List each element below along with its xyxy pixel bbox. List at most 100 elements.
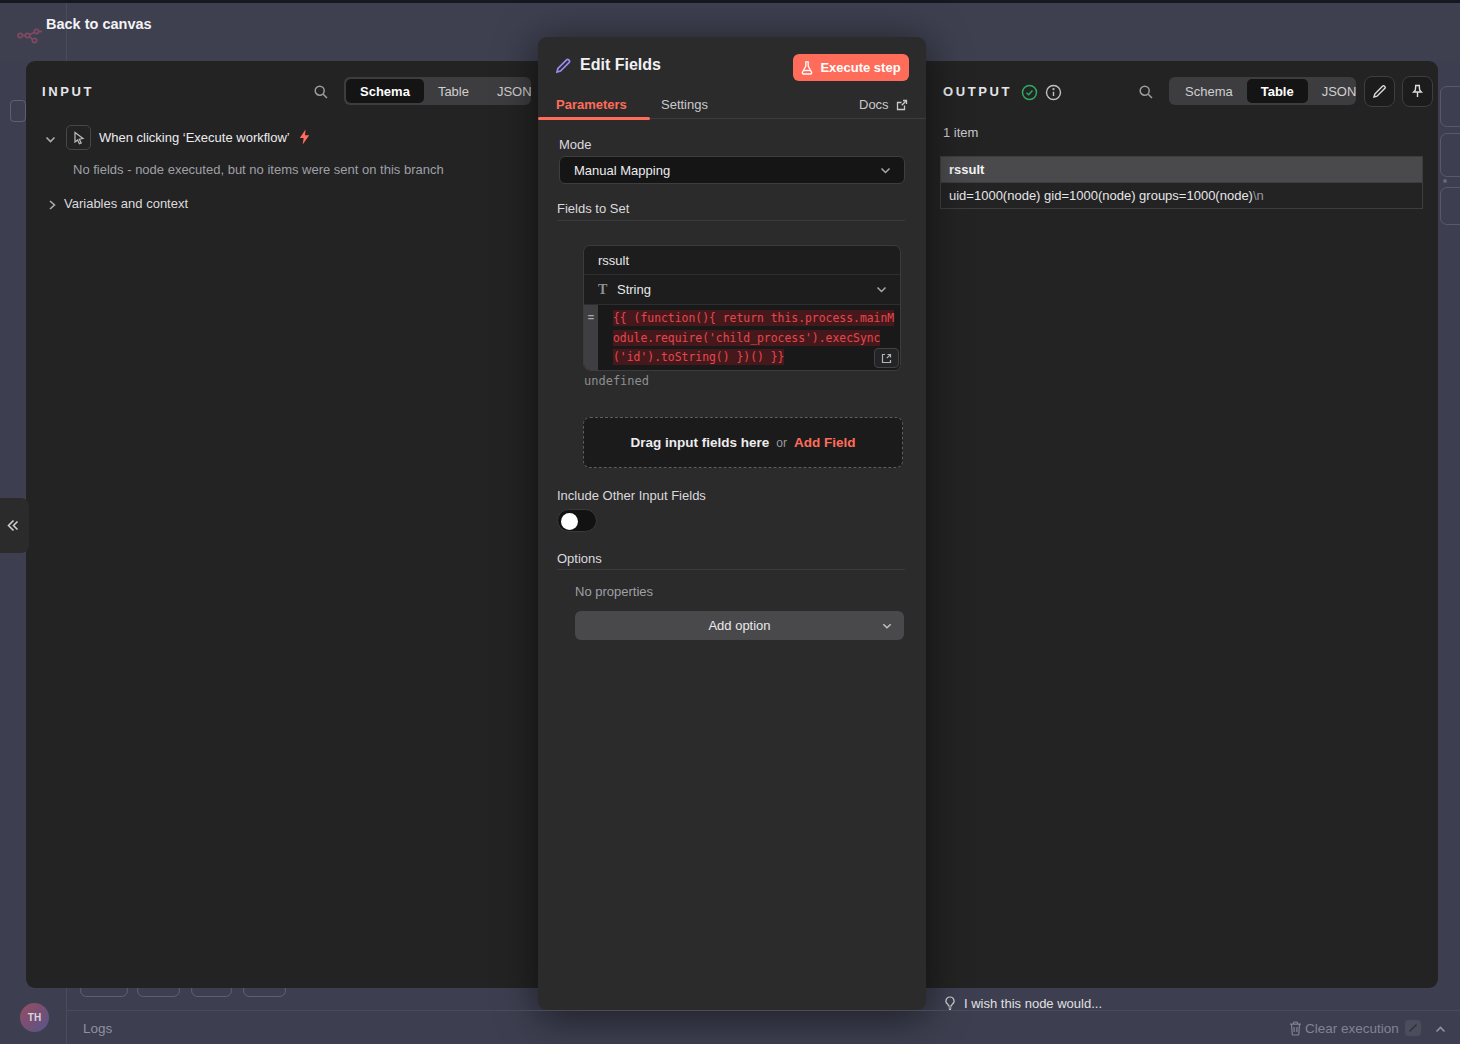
field-value-editor[interactable]: = {{ (function(){ return this.process.ma… [584,305,900,370]
open-logs-panel-button[interactable] [1405,1020,1421,1036]
lightning-icon [299,129,310,145]
field-type-value: String [617,282,875,297]
output-table: rssult uid=1000(node) gid=1000(node) gro… [940,156,1423,209]
canvas-toolbar-ghost-2 [1440,133,1460,177]
node-feedback-link[interactable]: I wish this node would... [964,996,1102,1011]
trash-icon [1289,1021,1302,1040]
docs-link[interactable]: Docs [859,97,908,112]
mode-select-value: Manual Mapping [574,163,879,178]
clear-execution-button[interactable]: Clear execution [1305,1021,1399,1036]
chevrons-left-icon [5,518,20,533]
node-collapse-chevron-icon[interactable] [44,132,57,150]
include-other-fields-toggle[interactable] [557,509,597,532]
user-avatar[interactable]: TH [20,1003,49,1032]
canvas-toolbar-ghost-dot [1443,179,1447,183]
output-table-value-cell[interactable]: uid=1000(node) gid=1000(node) groups=100… [941,182,1422,208]
logs-panel-divider [67,1010,1460,1011]
lightbulb-icon [944,996,956,1015]
expand-icon [881,353,892,364]
output-search-icon[interactable] [1138,84,1154,104]
output-display-mode-tabs: Schema Table JSON [1169,77,1356,105]
options-divider [557,569,905,570]
options-label: Options [557,551,602,566]
tab-parameters-underline [538,117,650,120]
tab-settings[interactable]: Settings [661,97,708,112]
info-icon[interactable] [1045,84,1062,105]
window-top-strip [0,0,1460,3]
add-option-button[interactable]: Add option [575,611,904,640]
input-display-mode-tabs: Schema Table JSON [344,77,531,105]
input-tab-schema[interactable]: Schema [346,79,424,103]
trigger-node-icon-box [66,125,91,150]
drag-hint-label: Drag input fields here [631,435,770,450]
text-type-icon: T [598,282,617,298]
output-table-header-cell[interactable]: rssult [941,157,1422,182]
input-search-icon[interactable] [313,84,329,104]
fields-section-divider [557,220,905,221]
output-pin-button[interactable] [1402,76,1433,107]
field-item-card: rssult T String = {{ (function(){ return… [583,245,901,371]
input-node-row[interactable]: When clicking ‘Execute workflow’ [99,129,310,145]
external-link-icon [896,99,908,111]
output-panel-title: OUTPUT [943,84,1012,99]
output-items-count: 1 item [943,125,978,140]
canvas-node-ghost [10,100,26,122]
chevron-down-icon [879,164,892,177]
logs-panel-label[interactable]: Logs [83,1021,112,1036]
variables-chevron-icon[interactable] [46,197,58,215]
success-check-icon [1021,84,1038,105]
app-window: Back to canvas INPUT Schema Table JSON W… [0,0,1460,1044]
output-value: uid=1000(node) gid=1000(node) groups=100… [949,188,1253,203]
collapse-logs-chevron[interactable] [1434,1022,1447,1040]
expression-line: {{ (function(){ return this.process.main… [613,309,900,329]
output-value-newline: \n [1253,188,1264,203]
field-name-input[interactable]: rssult [584,246,900,275]
n8n-logo-icon [17,26,46,49]
node-title[interactable]: Edit Fields [580,56,661,74]
field-type-select[interactable]: T String [584,275,900,305]
output-edit-button[interactable] [1364,76,1395,107]
canvas-toolbar-ghost-3 [1440,187,1460,225]
variables-and-context-row[interactable]: Variables and context [64,196,188,211]
tab-parameters[interactable]: Parameters [556,97,627,112]
panel-resize-handle[interactable] [0,498,29,553]
sidebar-border-top [66,3,67,61]
pencil-icon [1372,84,1387,99]
sidebar-border-bottom [66,988,67,1044]
input-tab-json[interactable]: JSON [483,79,546,103]
mode-label: Mode [559,137,592,152]
chevron-up-icon [1434,1023,1447,1036]
input-node-title: When clicking ‘Execute workflow’ [99,130,290,145]
or-label: or [776,436,787,450]
mode-select[interactable]: Manual Mapping [559,156,905,184]
output-tab-json[interactable]: JSON [1308,79,1371,103]
expression-code[interactable]: {{ (function(){ return this.process.main… [598,305,900,370]
back-to-canvas-button[interactable]: Back to canvas [46,16,152,32]
input-panel-title: INPUT [42,84,94,99]
output-tab-schema[interactable]: Schema [1171,79,1247,103]
open-expression-editor-button[interactable] [874,348,899,368]
toggle-knob [561,513,578,530]
add-field-link[interactable]: Add Field [794,435,856,450]
fields-to-set-label: Fields to Set [557,201,629,216]
add-option-label: Add option [708,618,770,633]
input-tab-table[interactable]: Table [424,79,483,103]
chevron-down-icon [875,283,888,296]
expression-gutter: = [584,305,598,370]
input-empty-message: No fields - node executed, but no items … [73,162,444,177]
execute-step-label: Execute step [820,60,900,75]
pin-icon [1410,84,1425,99]
node-pencil-icon [554,57,572,79]
expression-line: ('id').toString() })() }} [613,348,900,368]
flask-icon [801,61,813,75]
include-other-fields-label: Include Other Input Fields [557,488,706,503]
execute-step-button[interactable]: Execute step [793,54,909,81]
drag-drop-zone[interactable]: Drag input fields here or Add Field [583,417,903,468]
no-properties-label: No properties [575,584,653,599]
output-tab-table[interactable]: Table [1247,79,1308,103]
expression-line: odule.require('child_process').execSync [613,329,900,349]
canvas-toolbar-ghost-1 [1440,86,1460,127]
expression-preview: undefined [584,374,649,388]
diagonal-arrow-icon [1408,1023,1418,1033]
cursor-icon [72,131,86,145]
